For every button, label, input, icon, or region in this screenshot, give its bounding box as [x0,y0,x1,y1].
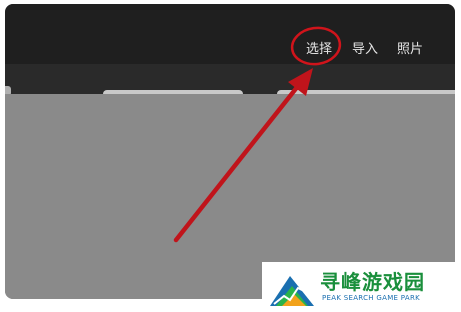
select-button[interactable]: 选择 [306,38,332,57]
top-toolbar: 选择 导入 照片 [5,4,455,64]
screenshot-frame: 选择 导入 照片 寻峰游戏园 PEAK SEARCH GAME PARK [0,0,461,312]
photos-button[interactable]: 照片 [397,38,423,57]
mountain-logo-icon [270,276,314,306]
secondary-toolbar [5,64,455,98]
watermark-subtitle: PEAK SEARCH GAME PARK [322,294,421,302]
import-button[interactable]: 导入 [352,38,378,57]
watermark-title: 寻峰游戏园 [320,270,425,294]
app-screen: 选择 导入 照片 [5,4,455,299]
watermark: 寻峰游戏园 PEAK SEARCH GAME PARK [262,262,461,312]
